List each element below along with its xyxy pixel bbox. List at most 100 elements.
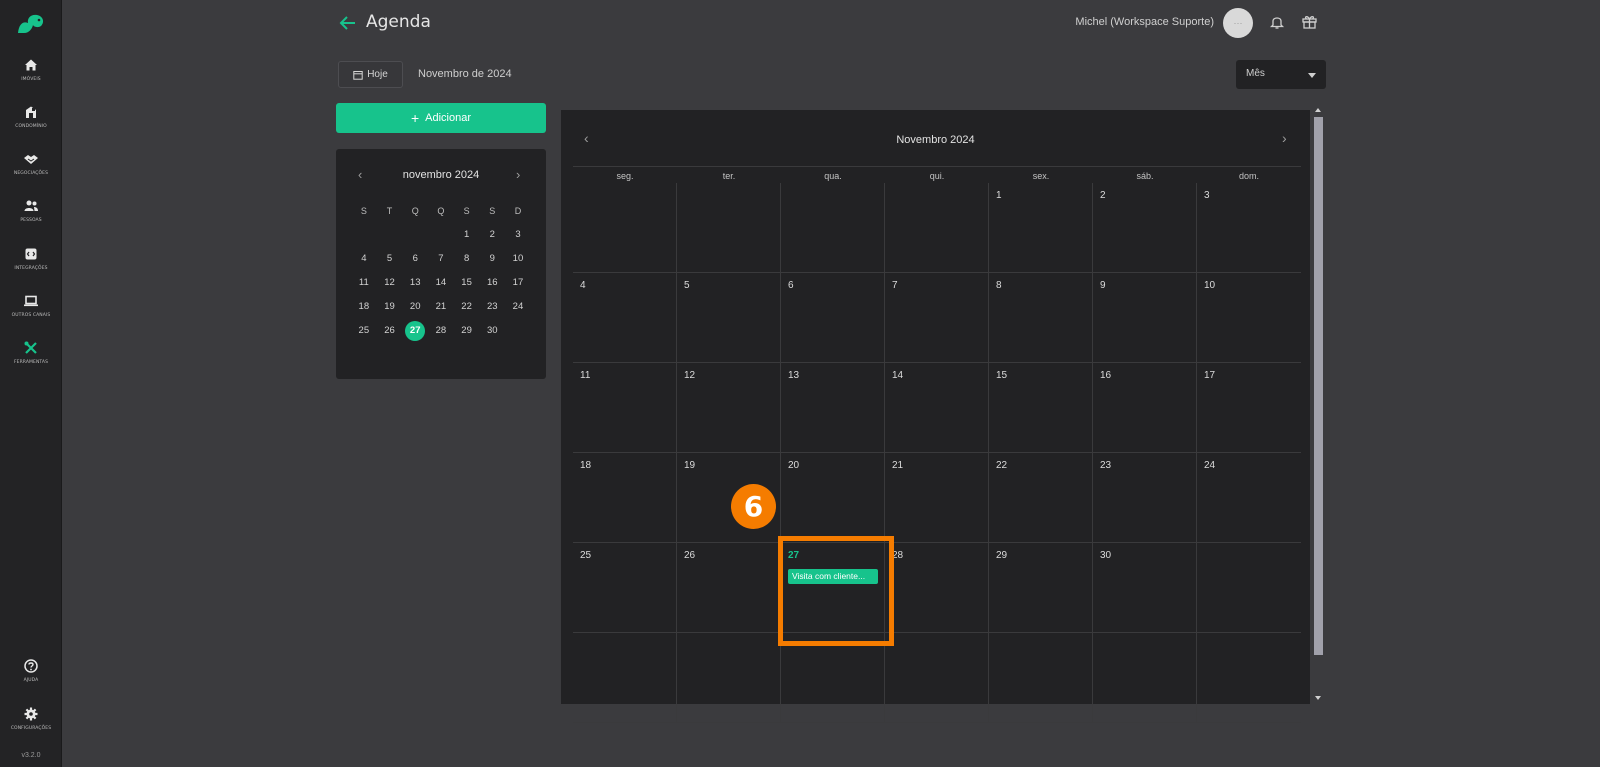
sidebar-item-ferramentas[interactable]: Ferramentas	[0, 340, 62, 365]
calendar-day-cell[interactable]: 26	[677, 543, 781, 632]
sidebar-item-condominio[interactable]: Condomínio	[0, 104, 62, 129]
mini-day[interactable]: 4	[351, 249, 377, 273]
mini-day[interactable]: 18	[351, 297, 377, 321]
mini-day[interactable]: 24	[505, 297, 531, 321]
calendar-day-cell[interactable]: 14	[885, 363, 989, 452]
calendar-day-cell[interactable]	[781, 633, 885, 722]
mini-day[interactable]: 25	[351, 321, 377, 345]
mini-day[interactable]: 21	[428, 297, 454, 321]
calendar-day-cell[interactable]	[1093, 633, 1197, 722]
calendar-day-cell[interactable]: 8	[989, 273, 1093, 362]
mini-day[interactable]: 5	[377, 249, 403, 273]
chevron-right-icon[interactable]: ›	[1282, 130, 1287, 146]
mini-day[interactable]: 12	[377, 273, 403, 297]
calendar-day-cell[interactable]: 15	[989, 363, 1093, 452]
calendar-day-cell[interactable]	[573, 633, 677, 722]
app-logo-icon[interactable]	[15, 9, 47, 37]
calendar-day-cell[interactable]: 23	[1093, 453, 1197, 542]
scrollbar-thumb[interactable]	[1314, 117, 1323, 655]
calendar-day-cell[interactable]: 29	[989, 543, 1093, 632]
scroll-down-icon[interactable]	[1315, 696, 1321, 700]
bell-icon[interactable]	[1269, 14, 1285, 30]
back-arrow-icon[interactable]	[338, 13, 358, 33]
calendar-day-cell[interactable]	[677, 183, 781, 272]
mini-day[interactable]: 6	[402, 249, 428, 273]
mini-day[interactable]: 16	[479, 273, 505, 297]
calendar-day-cell[interactable]	[989, 633, 1093, 722]
mini-day[interactable]: 29	[454, 321, 480, 345]
sidebar-item-imoveis[interactable]: Imóveis	[0, 57, 62, 82]
mini-day[interactable]: 8	[454, 249, 480, 273]
calendar-day-cell[interactable]: 3	[1197, 183, 1301, 272]
calendar-day-cell[interactable]: 4	[573, 273, 677, 362]
calendar-day-cell[interactable]	[781, 183, 885, 272]
calendar-day-cell[interactable]: 11	[573, 363, 677, 452]
calendar-day-cell[interactable]: 12	[677, 363, 781, 452]
mini-day[interactable]: 27	[405, 321, 426, 341]
calendar-day-cell[interactable]: 13	[781, 363, 885, 452]
calendar-scrollbar[interactable]	[1311, 108, 1325, 706]
calendar-day-cell[interactable]: 10	[1197, 273, 1301, 362]
calendar-day-cell[interactable]: 5	[677, 273, 781, 362]
calendar-day-cell[interactable]	[885, 633, 989, 722]
calendar-day-cell[interactable]: 24	[1197, 453, 1301, 542]
mini-day[interactable]: 26	[377, 321, 403, 345]
mini-day[interactable]: 17	[505, 273, 531, 297]
mini-day[interactable]: 28	[428, 321, 454, 345]
mini-day[interactable]: 7	[428, 249, 454, 273]
mini-day[interactable]: 9	[479, 249, 505, 273]
mini-day[interactable]: 23	[479, 297, 505, 321]
view-select[interactable]: Mês	[1236, 60, 1326, 89]
sidebar-item-integracoes[interactable]: Integrações	[0, 246, 62, 271]
calendar-day-cell[interactable]: 7	[885, 273, 989, 362]
mini-day[interactable]: 13	[402, 273, 428, 297]
day-number: 21	[892, 460, 904, 471]
sidebar-item-configuracoes[interactable]: Configurações	[0, 706, 62, 731]
sidebar-item-pessoas[interactable]: Pessoas	[0, 198, 62, 223]
sidebar-item-negociacoes[interactable]: Negociações	[0, 151, 62, 176]
calendar-day-cell[interactable]: 2	[1093, 183, 1197, 272]
calendar-day-cell[interactable]: 16	[1093, 363, 1197, 452]
calendar-day-cell[interactable]: 30	[1093, 543, 1197, 632]
user-name[interactable]: Michel (Workspace Suporte)	[1075, 16, 1214, 28]
sidebar-item-label: Outros canais	[11, 313, 51, 318]
mini-day[interactable]: 14	[428, 273, 454, 297]
calendar-day-cell[interactable]: 1	[989, 183, 1093, 272]
mini-day[interactable]: 30	[479, 321, 505, 345]
mini-day[interactable]: 20	[402, 297, 428, 321]
calendar-day-cell[interactable]: 25	[573, 543, 677, 632]
mini-day[interactable]: 10	[505, 249, 531, 273]
scroll-up-icon[interactable]	[1315, 108, 1321, 112]
avatar[interactable]: ···	[1223, 8, 1253, 38]
calendar-day-cell[interactable]: 20	[781, 453, 885, 542]
mini-day[interactable]: 15	[454, 273, 480, 297]
calendar-day-cell[interactable]	[1197, 633, 1301, 722]
sidebar-item-label: Configurações	[10, 726, 52, 731]
sidebar-item-label: Ajuda	[23, 678, 39, 683]
weekday-label: qua.	[824, 171, 842, 181]
today-button[interactable]: Hoje	[338, 61, 403, 88]
chevron-right-icon[interactable]: ›	[516, 167, 520, 182]
calendar-day-cell[interactable]: 22	[989, 453, 1093, 542]
calendar-day-cell[interactable]: 9	[1093, 273, 1197, 362]
mini-day[interactable]: 3	[505, 225, 531, 249]
mini-day[interactable]: 19	[377, 297, 403, 321]
mini-day[interactable]: 22	[454, 297, 480, 321]
calendar-day-cell[interactable]: 28	[885, 543, 989, 632]
calendar-day-cell[interactable]: 21	[885, 453, 989, 542]
calendar-day-cell[interactable]	[885, 183, 989, 272]
sidebar-item-outros-canais[interactable]: Outros canais	[0, 293, 62, 318]
calendar-day-cell[interactable]: 17	[1197, 363, 1301, 452]
gift-icon[interactable]	[1301, 13, 1318, 30]
calendar-day-cell[interactable]	[1197, 543, 1301, 632]
sidebar-item-ajuda[interactable]: Ajuda	[0, 658, 62, 683]
calendar-day-cell[interactable]: 6	[781, 273, 885, 362]
calendar-day-cell[interactable]: 18	[573, 453, 677, 542]
calendar-day-cell[interactable]	[677, 633, 781, 722]
mini-day[interactable]: 1	[454, 225, 480, 249]
add-button[interactable]: + Adicionar	[336, 103, 546, 133]
mini-day[interactable]: 11	[351, 273, 377, 297]
calendar-day-cell[interactable]	[573, 183, 677, 272]
calendar-title: Novembro 2024	[896, 134, 975, 146]
mini-day[interactable]: 2	[479, 225, 505, 249]
